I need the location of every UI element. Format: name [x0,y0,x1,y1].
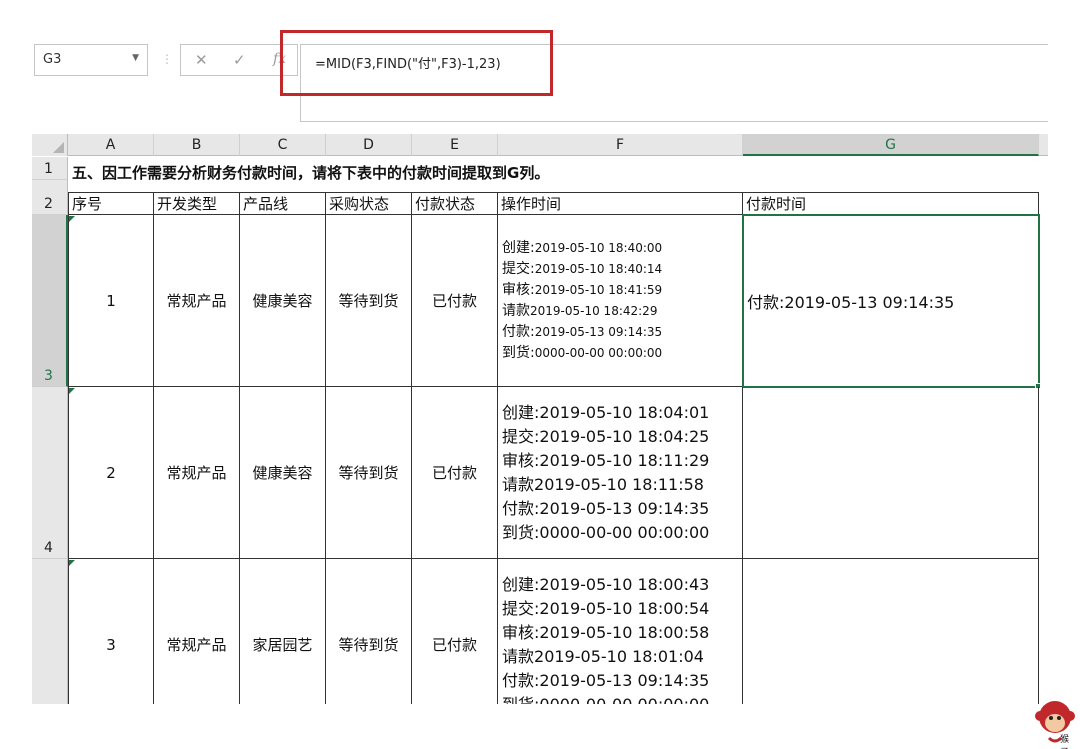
error-indicator-icon [69,560,75,566]
cell-row3-line[interactable]: 家居园艺 [240,559,326,704]
cell-g3-selected[interactable]: 付款:2019-05-13 09:14:35 [742,214,1040,388]
op-line: 请款2019-05-10 18:42:29 [502,302,658,319]
row-header-3[interactable]: 3 [32,215,68,387]
cell-row1-no[interactable]: 1 [68,215,154,387]
cancel-icon[interactable]: ✕ [195,51,208,69]
header-cell-ops[interactable]: 操作时间 [498,192,743,215]
op-line: 创建:2019-05-10 18:04:01 [502,402,710,422]
column-header-c[interactable]: C [240,134,326,156]
op-line: 付款:2019-05-13 09:14:35 [502,498,710,518]
formula-highlight-box [280,30,553,96]
op-line: 创建:2019-05-10 18:40:00 [502,239,663,256]
header-cell-no[interactable]: 序号 [68,192,154,215]
op-line: 付款:2019-05-13 09:14:35 [502,323,663,340]
separator-icon: ⋮ [161,52,173,66]
op-line: 付款:2019-05-13 09:14:35 [502,670,710,690]
column-header-d[interactable]: D [326,134,412,156]
op-line: 请款2019-05-10 18:01:04 [502,646,704,666]
name-box-value: G3 [43,52,62,67]
op-line: 到货:0000-00-00 00:00:00 [502,344,663,361]
cell-row2-type[interactable]: 常规产品 [154,387,240,559]
select-all-button[interactable] [32,134,68,156]
header-cell-type[interactable]: 开发类型 [154,192,240,215]
op-line: 提交:2019-05-10 18:00:54 [502,598,710,618]
op-line: 审核:2019-05-10 18:00:58 [502,622,710,642]
cell-row3-payment[interactable]: 已付款 [412,559,498,704]
cell-row2-no[interactable]: 2 [68,387,154,559]
cell-row3-no[interactable]: 3 [68,559,154,704]
cell-row1-purchase[interactable]: 等待到货 [326,215,412,387]
row-header-5[interactable] [32,559,68,704]
column-header-b[interactable]: B [154,134,240,156]
cell-row2-line[interactable]: 健康美容 [240,387,326,559]
cell-row1-type[interactable]: 常规产品 [154,215,240,387]
op-line: 提交:2019-05-10 18:40:14 [502,260,663,277]
cell-row3-purchase[interactable]: 等待到货 [326,559,412,704]
column-header-row: A B C D E F G [32,134,1048,156]
column-header-a[interactable]: A [68,134,154,156]
cell-row1-ops[interactable]: 创建:2019-05-10 18:40:00 提交:2019-05-10 18:… [498,215,743,387]
header-cell-paytime[interactable]: 付款时间 [743,192,1039,215]
header-cell-payment[interactable]: 付款状态 [412,192,498,215]
cell-g4[interactable] [743,387,1039,559]
worksheet-grid[interactable]: A B C D E F G 1 2 3 4 五、因工作需要分析财务付款时间，请将… [32,134,1048,704]
header-cell-purchase[interactable]: 采购状态 [326,192,412,215]
watermark-text: 猴子 [1060,735,1070,749]
column-header-e[interactable]: E [412,134,498,156]
name-box[interactable]: G3 ▼ [34,44,148,76]
column-header-g[interactable]: G [743,134,1039,156]
sheet-title[interactable]: 五、因工作需要分析财务付款时间，请将下表中的付款时间提取到G列。 [72,162,549,183]
cell-row2-ops[interactable]: 创建:2019-05-10 18:04:01 提交:2019-05-10 18:… [498,387,743,559]
op-line: 审核:2019-05-10 18:41:59 [502,281,663,298]
cell-row3-type[interactable]: 常规产品 [154,559,240,704]
op-line: 到货:0000-00-00 00:00:00 [502,522,710,542]
op-line: 审核:2019-05-10 18:11:29 [502,450,710,470]
error-indicator-icon [69,388,75,394]
row-header-4[interactable]: 4 [32,387,68,559]
spreadsheet-window: G3 ▼ ⋮ ✕ ✓ fx =MID(F3,FIND("付",F3)-1,23)… [0,0,1080,749]
op-line: 到货:0000-00-00 00:00:00 [502,694,710,705]
monkey-logo-icon: 猴子 [1034,698,1076,749]
op-line: 提交:2019-05-10 18:04:25 [502,426,710,446]
op-line: 创建:2019-05-10 18:00:43 [502,574,710,594]
row-header-2[interactable]: 2 [32,180,68,215]
enter-icon[interactable]: ✓ [233,51,246,69]
cell-row1-line[interactable]: 健康美容 [240,215,326,387]
header-cell-line[interactable]: 产品线 [240,192,326,215]
cell-row1-payment[interactable]: 已付款 [412,215,498,387]
cell-row3-ops[interactable]: 创建:2019-05-10 18:00:43 提交:2019-05-10 18:… [498,559,743,704]
cell-g5[interactable] [743,559,1039,704]
error-indicator-icon [69,216,75,222]
chevron-down-icon[interactable]: ▼ [132,53,139,63]
row-header-1[interactable]: 1 [32,157,68,180]
cell-row2-payment[interactable]: 已付款 [412,387,498,559]
op-line: 请款2019-05-10 18:11:58 [502,474,704,494]
cell-row2-purchase[interactable]: 等待到货 [326,387,412,559]
column-header-f[interactable]: F [498,134,743,156]
